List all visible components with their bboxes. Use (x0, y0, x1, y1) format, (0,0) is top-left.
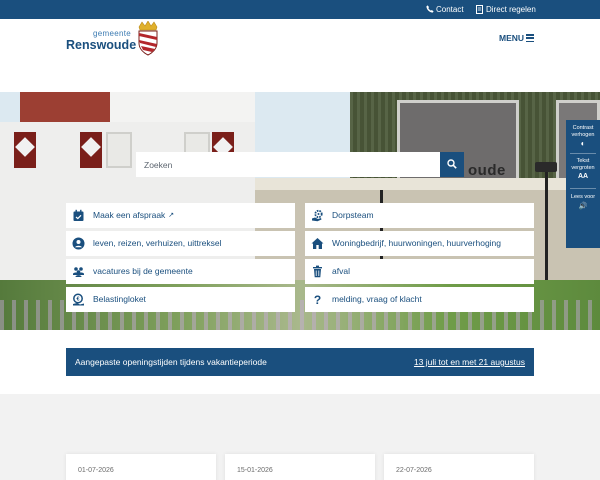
contact-link[interactable]: Contact (426, 0, 470, 19)
user-circle-icon (72, 237, 85, 250)
logo-title: Renswoude (66, 38, 137, 52)
tile-maak-een-afspraak[interactable]: Maak een afspraak ↗ (66, 203, 295, 228)
news-date: 22-07-2026 (396, 467, 432, 474)
news-card[interactable]: 01-07-2026 (66, 454, 216, 480)
tile-label: vacatures bij de gemeente (93, 266, 193, 276)
phone-icon (426, 5, 434, 13)
coat-of-arms-icon (138, 21, 158, 56)
top-bar: Contact Direct regelen (0, 0, 600, 19)
people-icon (73, 267, 84, 277)
tile-label: Woningbedrijf, huurwoningen, huurverhogi… (332, 238, 502, 248)
text-size-icon: AA (577, 173, 589, 180)
calendar-check-icon (73, 209, 84, 221)
tax-icon: € (73, 293, 84, 306)
direct-regelen-link[interactable]: Direct regelen (476, 0, 540, 19)
search-input[interactable] (136, 152, 440, 177)
contact-label: Contact (436, 5, 464, 14)
search-button[interactable] (440, 152, 464, 177)
building-sign: oude (468, 162, 506, 179)
notice-dates-link[interactable]: 13 juli tot en met 21 augustus (414, 348, 525, 376)
tile-vacatures[interactable]: vacatures bij de gemeente (66, 259, 295, 284)
search-icon (447, 159, 457, 169)
site-header (0, 19, 600, 92)
text-size-label: Tekst vergroten (571, 158, 595, 171)
svg-text:?: ? (314, 293, 321, 306)
gear-hand-icon (312, 209, 323, 222)
tile-label: Belastingloket (93, 294, 146, 304)
direct-regelen-label: Direct regelen (486, 5, 536, 14)
contrast-button[interactable]: Contrast verhogen ◐ (566, 125, 600, 148)
text-size-button[interactable]: Tekst vergroten AA (566, 158, 600, 181)
accessibility-toolbar: Contrast verhogen ◐ Tekst vergroten AA L… (566, 120, 600, 248)
search-bar (136, 152, 464, 177)
tile-belastingloket[interactable]: € Belastingloket (66, 287, 295, 312)
news-date: 15-01-2026 (237, 467, 273, 474)
tile-label: leven, reizen, verhuizen, uittreksel (93, 238, 222, 248)
tile-melding[interactable]: ? melding, vraag of klacht (305, 287, 534, 312)
hamburger-icon (526, 34, 534, 43)
read-aloud-label: Lees voor (570, 194, 596, 200)
tile-label: Dorpsteam (332, 210, 374, 220)
contrast-label: Contrast verhogen (571, 125, 595, 138)
tile-label: afval (332, 266, 350, 276)
tile-dorpsteam[interactable]: Dorpsteam (305, 203, 534, 228)
external-link-icon: ↗ (168, 212, 175, 219)
trash-icon (313, 265, 322, 278)
notice-message: Aangepaste openingstijden tijdens vakant… (75, 357, 267, 367)
read-aloud-button[interactable]: Lees voor 🔊 (566, 194, 600, 211)
tile-afval[interactable]: afval (305, 259, 534, 284)
news-card[interactable]: 15-01-2026 (225, 454, 375, 480)
svg-text:€: € (76, 297, 79, 303)
tile-leven-reizen[interactable]: leven, reizen, verhuizen, uittreksel (66, 231, 295, 256)
speaker-icon: 🔊 (578, 202, 588, 210)
document-icon (476, 5, 483, 14)
news-card[interactable]: 22-07-2026 (384, 454, 534, 480)
logo-subtitle: gemeente (93, 29, 131, 38)
notice-banner: Aangepaste openingstijden tijdens vakant… (66, 348, 534, 376)
tile-woningbedrijf[interactable]: Woningbedrijf, huurwoningen, huurverhogi… (305, 231, 534, 256)
menu-label: MENU (499, 33, 525, 43)
tile-label: melding, vraag of klacht (332, 294, 422, 304)
contrast-icon: ◐ (580, 139, 586, 148)
question-icon: ? (314, 293, 321, 306)
house-icon (311, 238, 324, 249)
tile-label: Maak een afspraak (93, 210, 166, 220)
news-date: 01-07-2026 (78, 467, 114, 474)
